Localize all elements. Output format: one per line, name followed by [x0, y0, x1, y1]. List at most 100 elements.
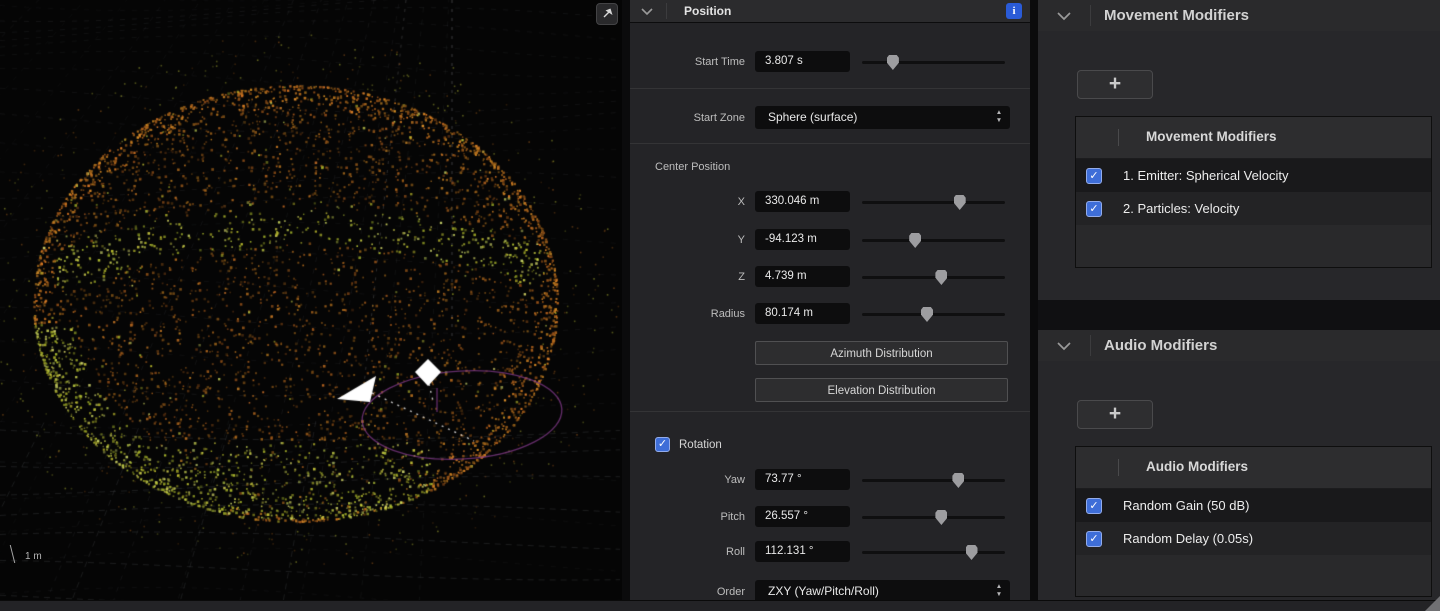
list-rows: Random Gain (50 dB) Random Delay (0.05s) — [1076, 489, 1431, 555]
slider-thumb[interactable] — [935, 270, 947, 285]
slider-track — [862, 61, 1005, 64]
slider-track — [862, 516, 1005, 519]
header-divider — [1090, 335, 1091, 356]
audio-modifiers-body: + Audio Modifiers Random Gain (50 dB)Ran… — [1038, 361, 1440, 600]
start-time-slider[interactable] — [862, 50, 1005, 76]
slider-track — [862, 239, 1005, 242]
item-checkbox[interactable] — [1086, 201, 1102, 217]
z-slider[interactable] — [862, 265, 1005, 291]
y-field[interactable]: -94.123 m — [755, 229, 850, 250]
start-time-row: Start Time 3.807 s — [630, 50, 1030, 76]
list-header-title: Audio Modifiers — [1146, 459, 1248, 474]
rotation-label: Rotation — [679, 439, 722, 451]
slider-track — [862, 276, 1005, 279]
position-panel: Position i Start Time 3.807 s Start Zone… — [630, 0, 1030, 611]
audio-modifiers-section: Audio Modifiers + Audio Modifiers Random… — [1038, 330, 1440, 600]
start-time-label: Start Time — [630, 56, 745, 68]
item-checkbox[interactable] — [1086, 168, 1102, 184]
slider-thumb[interactable] — [887, 55, 899, 70]
roll-slider[interactable] — [862, 540, 1005, 566]
modifiers-column: Movement Modifiers + Movement Modifiers … — [1038, 0, 1440, 611]
stepper-icon[interactable]: ▲▼ — [995, 109, 1003, 125]
slider-track — [862, 551, 1005, 554]
resize-handle[interactable] — [1425, 596, 1440, 611]
slider-track — [862, 201, 1005, 204]
chevron-down-icon[interactable] — [1056, 341, 1072, 351]
x-label: X — [630, 196, 745, 208]
section-divider — [630, 411, 1030, 412]
pitch-label: Pitch — [630, 511, 745, 523]
pitch-slider[interactable] — [862, 505, 1005, 531]
yaw-field[interactable]: 73.77 ° — [755, 469, 850, 490]
chevron-down-icon[interactable] — [1056, 11, 1072, 21]
position-panel-header: Position i — [630, 0, 1030, 23]
slider-thumb[interactable] — [966, 545, 978, 560]
azimuth-distribution-button[interactable]: Azimuth Distribution — [755, 341, 1008, 365]
slider-thumb[interactable] — [952, 473, 964, 488]
radius-field[interactable]: 80.174 m — [755, 303, 850, 324]
z-label: Z — [630, 271, 745, 283]
audio-modifiers-list: Audio Modifiers Random Gain (50 dB)Rando… — [1075, 446, 1432, 597]
y-slider[interactable] — [862, 228, 1005, 254]
audio-modifiers-title: Audio Modifiers — [1104, 337, 1217, 354]
movement-modifiers-title: Movement Modifiers — [1104, 7, 1249, 24]
scale-tick — [10, 545, 22, 563]
section-divider — [630, 143, 1030, 144]
list-item[interactable]: Random Gain (50 dB) — [1076, 489, 1431, 522]
x-field[interactable]: 330.046 m — [755, 191, 850, 212]
add-movement-modifier-button[interactable]: + — [1077, 70, 1153, 99]
elevation-distribution-button[interactable]: Elevation Distribution — [755, 378, 1008, 402]
radius-slider[interactable] — [862, 302, 1005, 328]
order-value: ZXY (Yaw/Pitch/Roll) — [768, 584, 879, 598]
item-label: 1. Emitter: Spherical Velocity — [1123, 168, 1288, 183]
slider-track — [862, 313, 1005, 316]
y-label: Y — [630, 234, 745, 246]
slider-track — [862, 479, 1005, 482]
stepper-icon[interactable]: ▲▼ — [995, 583, 1003, 599]
yaw-label: Yaw — [630, 474, 745, 486]
list-item[interactable]: 1. Emitter: Spherical Velocity — [1076, 159, 1431, 192]
expand-viewport-button[interactable] — [596, 3, 618, 25]
movement-modifiers-list: Movement Modifiers 1. Emitter: Spherical… — [1075, 116, 1432, 268]
chevron-down-icon[interactable] — [640, 7, 654, 16]
x-row: X 330.046 m — [630, 190, 1030, 216]
slider-thumb[interactable] — [954, 195, 966, 210]
bottom-bar — [0, 600, 1440, 611]
audio-modifiers-header: Audio Modifiers — [1038, 330, 1440, 362]
radius-label: Radius — [630, 308, 745, 320]
pitch-row: Pitch 26.557 ° — [630, 505, 1030, 531]
list-header: Audio Modifiers — [1076, 447, 1431, 489]
panel-divider — [622, 0, 630, 611]
info-icon[interactable]: i — [1006, 3, 1022, 19]
list-header: Movement Modifiers — [1076, 117, 1431, 159]
start-time-field[interactable]: 3.807 s — [755, 51, 850, 72]
x-slider[interactable] — [862, 190, 1005, 216]
slider-thumb[interactable] — [921, 307, 933, 322]
item-checkbox[interactable] — [1086, 531, 1102, 547]
item-checkbox[interactable] — [1086, 498, 1102, 514]
section-divider — [630, 88, 1030, 89]
roll-field[interactable]: 112.131 ° — [755, 541, 850, 562]
slider-thumb[interactable] — [909, 233, 921, 248]
list-item[interactable]: Random Delay (0.05s) — [1076, 522, 1431, 555]
panel-divider — [1030, 0, 1038, 611]
particle-scene-canvas[interactable] — [0, 0, 622, 611]
movement-modifiers-body: + Movement Modifiers 1. Emitter: Spheric… — [1038, 31, 1440, 300]
slider-thumb[interactable] — [935, 510, 947, 525]
3d-viewport[interactable]: 1 m — [0, 0, 622, 611]
start-zone-row: Start Zone Sphere (surface) ▲▼ — [630, 106, 1030, 132]
add-audio-modifier-button[interactable]: + — [1077, 400, 1153, 429]
scale-label: 1 m — [25, 551, 42, 563]
item-label: Random Gain (50 dB) — [1123, 498, 1249, 513]
list-header-divider — [1118, 459, 1119, 476]
movement-modifiers-section: Movement Modifiers + Movement Modifiers … — [1038, 0, 1440, 300]
pitch-field[interactable]: 26.557 ° — [755, 506, 850, 527]
expand-arrow-icon — [600, 7, 614, 21]
rotation-checkbox[interactable] — [655, 437, 670, 452]
start-zone-select[interactable]: Sphere (surface) ▲▼ — [755, 106, 1010, 129]
header-divider — [666, 3, 667, 19]
yaw-slider[interactable] — [862, 468, 1005, 494]
list-item[interactable]: 2. Particles: Velocity — [1076, 192, 1431, 225]
z-field[interactable]: 4.739 m — [755, 266, 850, 287]
position-panel-title: Position — [684, 4, 731, 18]
